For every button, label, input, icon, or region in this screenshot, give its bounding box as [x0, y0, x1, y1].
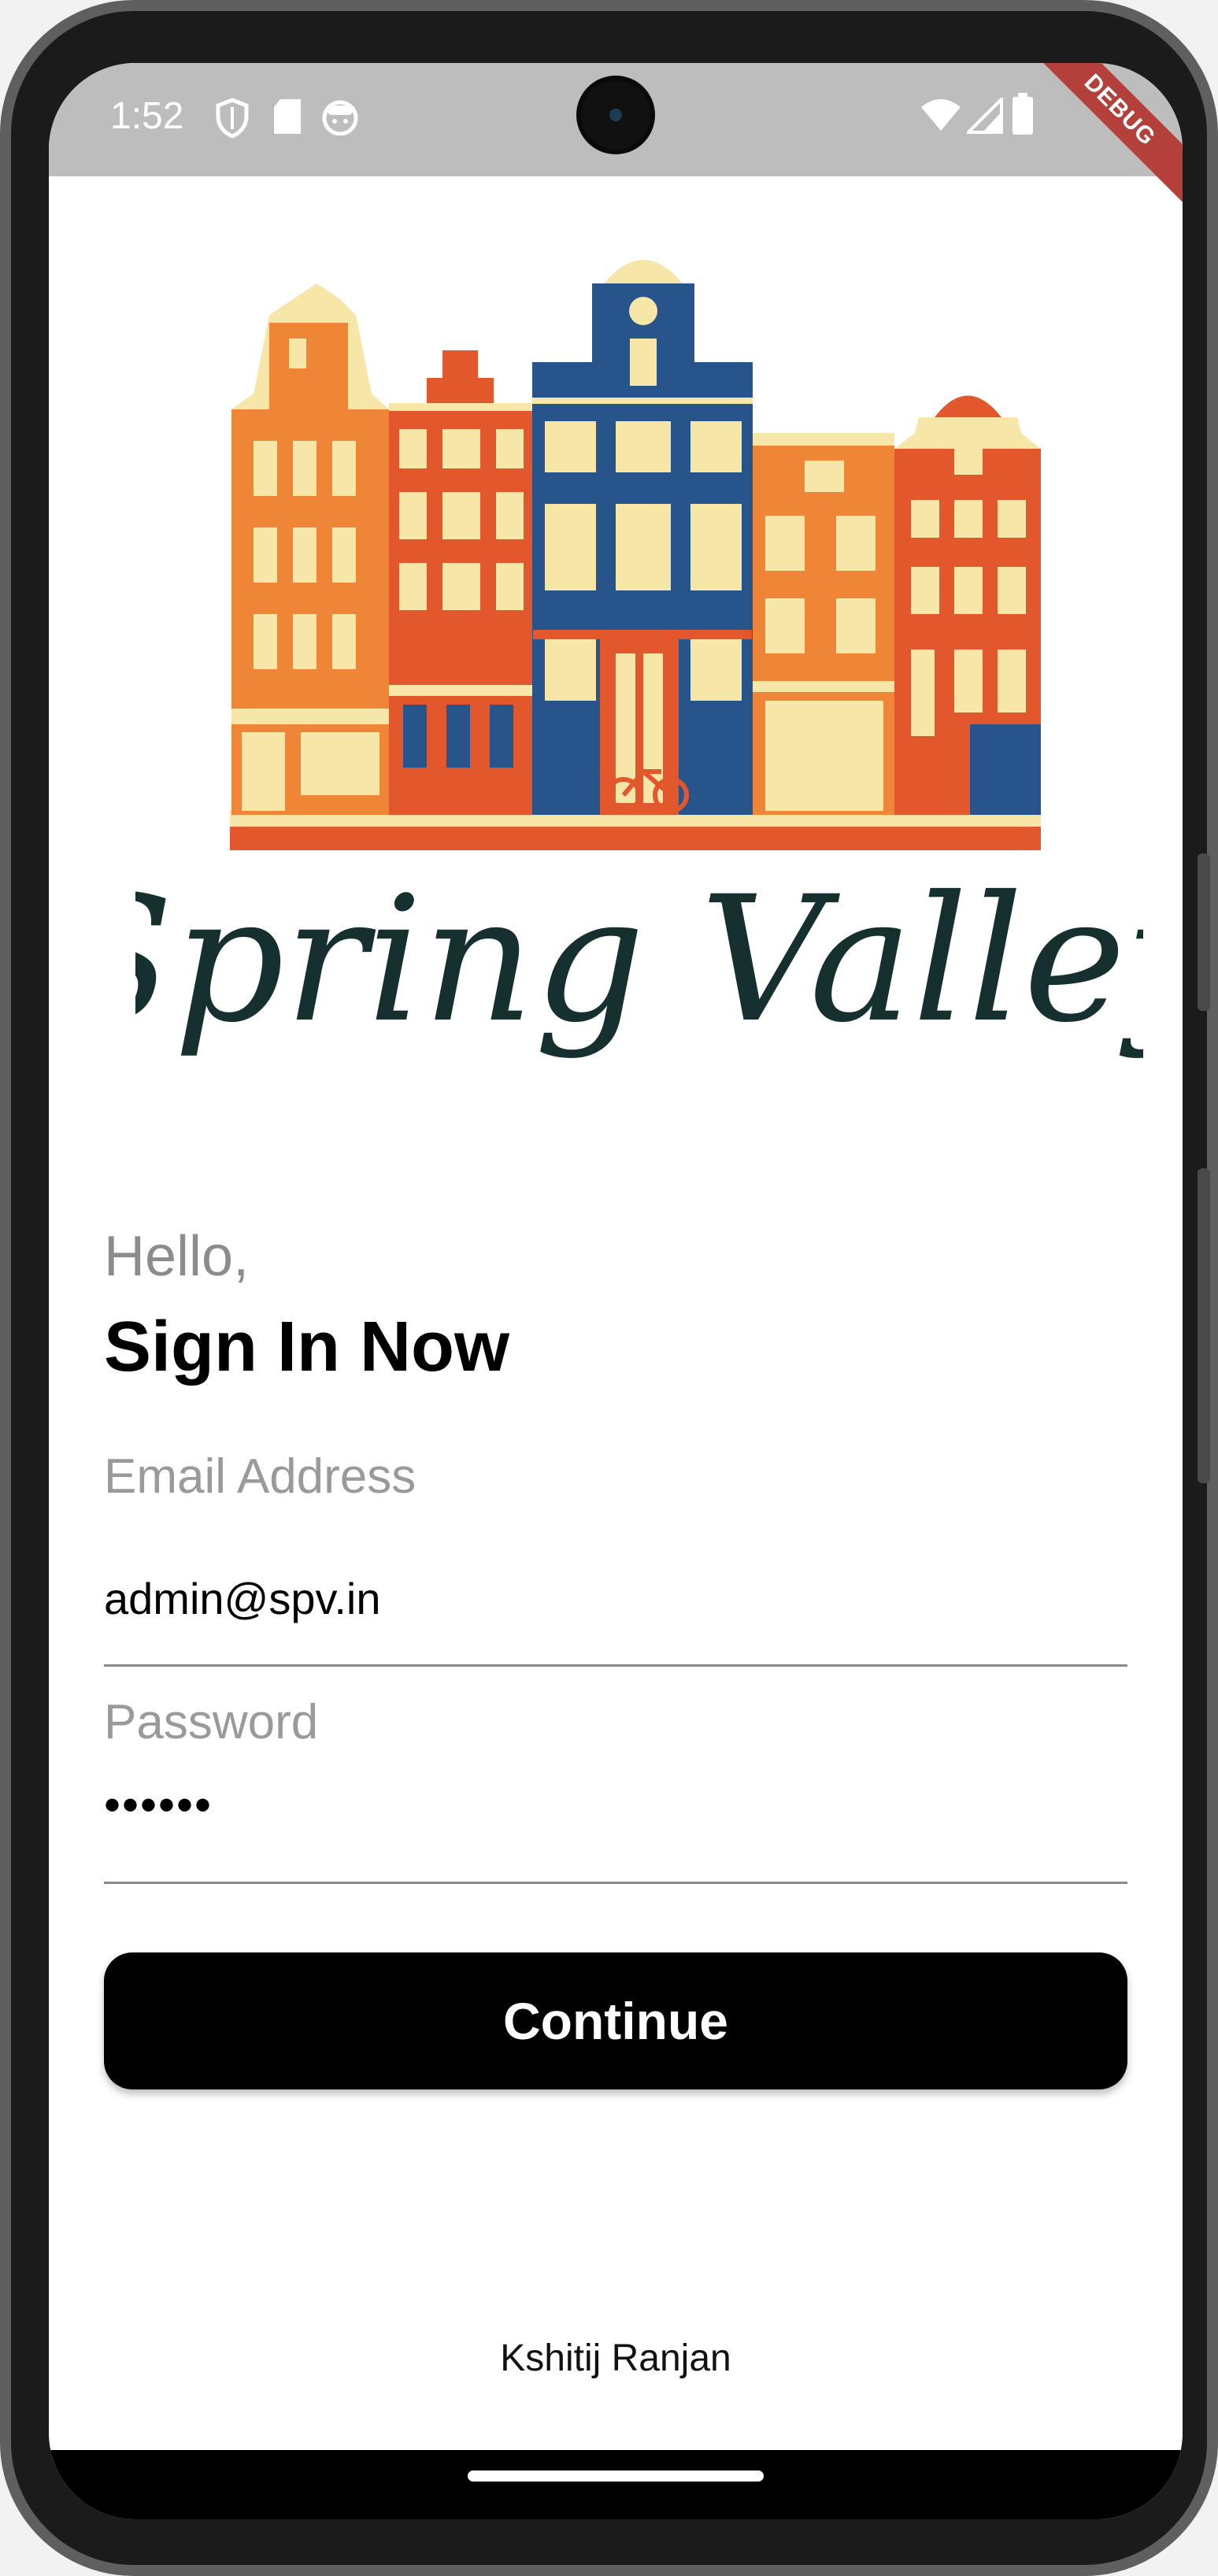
- face-icon: [322, 100, 358, 135]
- page-title: Sign In Now: [104, 1308, 509, 1386]
- power-button: [1198, 1168, 1210, 1483]
- password-field[interactable]: ••••••: [104, 1778, 213, 1832]
- front-camera: [581, 80, 650, 150]
- author-credit: Kshitij Ranjan: [500, 2337, 731, 2379]
- status-time: 1:52: [110, 95, 184, 137]
- brand-logo: Spring Valley: [135, 859, 1143, 1060]
- shield-icon: [216, 98, 249, 139]
- screen: 1:52 DEBUG pring Valle Hello, Sign In No…: [49, 63, 1183, 2519]
- cellular-icon: [967, 98, 1003, 134]
- volume-button: [1198, 853, 1210, 1011]
- sd-card-icon: [274, 99, 301, 134]
- home-gesture-handle[interactable]: [468, 2471, 764, 2482]
- password-underline: [104, 1882, 1127, 1884]
- brand-name: Spring Valley: [135, 859, 1143, 1060]
- debug-banner: DEBUG: [1021, 63, 1183, 209]
- navigation-bar: [49, 2450, 1183, 2519]
- status-bar: 1:52 DEBUG: [49, 63, 1183, 209]
- continue-button[interactable]: Continue: [104, 1952, 1127, 2089]
- phone-frame: 1:52 DEBUG pring Valle Hello, Sign In No…: [0, 0, 1218, 2576]
- email-underline: [104, 1664, 1127, 1667]
- password-label: Password: [104, 1695, 319, 1749]
- email-label: Email Address: [104, 1449, 416, 1504]
- wifi-icon: [921, 99, 961, 131]
- townhouses-illustration: [230, 260, 1041, 850]
- battery-icon: [1013, 93, 1033, 135]
- email-field[interactable]: admin@spv.in: [104, 1573, 381, 1624]
- greeting: Hello,: [104, 1225, 250, 1288]
